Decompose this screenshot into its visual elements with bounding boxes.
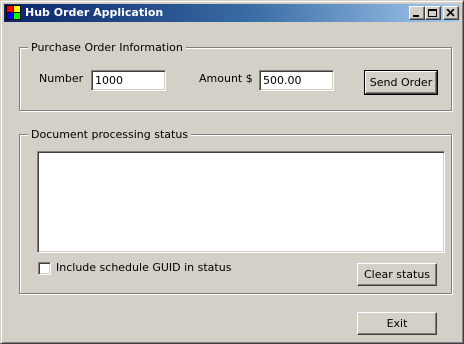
exit-button[interactable]: Exit: [357, 312, 437, 335]
clear-status-button[interactable]: Clear status: [357, 263, 437, 286]
title-bar[interactable]: Hub Order Application: [4, 4, 460, 22]
main-window: Hub Order Application Purchase Order Inf…: [0, 0, 464, 344]
include-guid-checkbox[interactable]: [38, 262, 51, 275]
number-field[interactable]: 1000: [91, 70, 166, 91]
minimize-icon: [413, 15, 419, 17]
status-textarea[interactable]: [37, 151, 445, 253]
number-label: Number: [39, 72, 84, 85]
purchase-order-group-label: Purchase Order Information: [28, 41, 186, 54]
close-icon: [446, 9, 455, 17]
minimize-button[interactable]: [409, 6, 425, 20]
app-icon[interactable]: [6, 5, 22, 21]
amount-field[interactable]: 500.00: [259, 70, 334, 91]
include-guid-label[interactable]: Include schedule GUID in status: [56, 261, 231, 274]
amount-label: Amount $: [199, 72, 253, 85]
send-order-button[interactable]: Send Order: [364, 70, 438, 95]
window-title: Hub Order Application: [25, 6, 164, 19]
maximize-icon: [428, 9, 437, 17]
maximize-button[interactable]: [425, 6, 441, 20]
status-group-label: Document processing status: [28, 128, 192, 141]
close-button[interactable]: [443, 6, 459, 20]
